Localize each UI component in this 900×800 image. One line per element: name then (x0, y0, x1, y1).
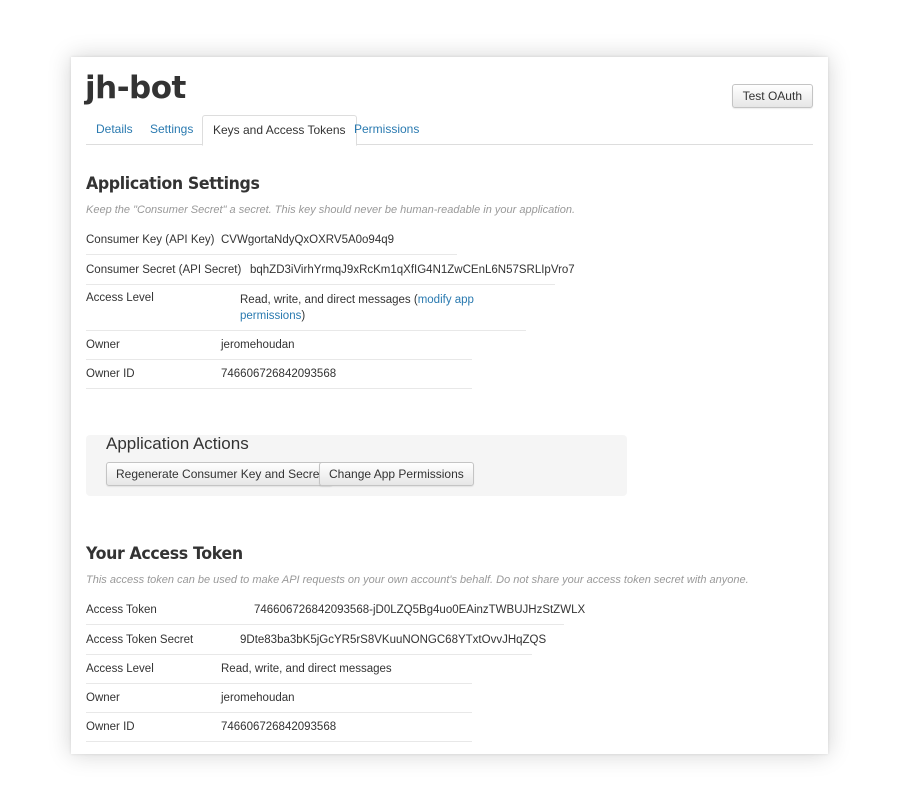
application-settings-hint: Keep the "Consumer Secret" a secret. Thi… (86, 204, 576, 216)
consumer-key-label: Consumer Key (API Key) (86, 234, 215, 246)
token-access-level-value: Read, write, and direct messages (221, 663, 392, 675)
access-token-secret-value: 9Dte83ba3bK5jGcYR5rS8VKuuNONGC68YTxtOvvJ… (240, 634, 547, 646)
token-owner-id-row: Owner ID 746606726842093568 (86, 712, 472, 742)
access-level-value: Read, write, and direct messages (modify… (240, 292, 480, 324)
access-token-row: Access Token 746606726842093568-jD0LZQ5B… (86, 595, 585, 625)
owner-label: Owner (86, 339, 120, 351)
access-token-value: 746606726842093568-jD0LZQ5Bg4uo0EAinzTWB… (254, 604, 586, 616)
tab-bar: Details Settings Keys and Access Tokens … (86, 115, 813, 146)
application-actions-title: Application Actions (106, 434, 249, 453)
owner-id-row: Owner ID 746606726842093568 (86, 359, 472, 389)
token-owner-value: jeromehoudan (221, 692, 295, 704)
token-owner-label: Owner (86, 692, 120, 704)
consumer-key-value: CVWgortaNdyQxOXRV5A0o94q9 (221, 234, 395, 246)
token-access-level-row: Access Level Read, write, and direct mes… (86, 654, 472, 684)
consumer-secret-label: Consumer Secret (API Secret) (86, 264, 242, 276)
token-access-level-label: Access Level (86, 663, 154, 675)
token-owner-id-label: Owner ID (86, 721, 135, 733)
tab-settings[interactable]: Settings (140, 115, 203, 144)
regenerate-consumer-key-button[interactable]: Regenerate Consumer Key and Secret (106, 462, 333, 486)
owner-id-label: Owner ID (86, 368, 135, 380)
change-app-permissions-button[interactable]: Change App Permissions (319, 462, 474, 486)
tab-permissions[interactable]: Permissions (344, 115, 429, 144)
token-owner-row: Owner jeromehoudan (86, 683, 472, 713)
token-owner-id-value: 746606726842093568 (221, 721, 337, 733)
access-level-text: Read, write, and direct messages ( (240, 294, 418, 306)
tab-details[interactable]: Details (86, 115, 143, 144)
access-level-label: Access Level (86, 292, 154, 304)
owner-value: jeromehoudan (221, 339, 295, 351)
consumer-key-row: Consumer Key (API Key) CVWgortaNdyQxOXRV… (86, 225, 457, 255)
app-title: jh-bot (85, 70, 186, 106)
access-token-hint: This access token can be used to make AP… (86, 574, 749, 586)
owner-id-value: 746606726842093568 (221, 368, 337, 380)
application-actions-panel: Application Actions Regenerate Consumer … (86, 434, 627, 496)
consumer-secret-row: Consumer Secret (API Secret) bqhZD3iVirh… (86, 255, 575, 285)
access-token-label: Access Token (86, 604, 157, 616)
owner-row: Owner jeromehoudan (86, 330, 472, 360)
application-settings-title: Application Settings (86, 174, 260, 194)
access-token-secret-row: Access Token Secret 9Dte83ba3bK5jGcYR5rS… (86, 625, 546, 655)
access-token-secret-label: Access Token Secret (86, 634, 194, 646)
app-card: jh-bot Test OAuth Details Settings Keys … (71, 57, 828, 754)
consumer-secret-value: bqhZD3iVirhYrmqJ9xRcKm1qXfIG4N1ZwCEnL6N5… (250, 264, 575, 276)
access-level-row: Access Level Read, write, and direct mes… (86, 285, 526, 331)
access-token-title: Your Access Token (86, 544, 243, 564)
tab-keys-and-access-tokens[interactable]: Keys and Access Tokens (202, 115, 357, 146)
test-oauth-button[interactable]: Test OAuth (731, 84, 813, 108)
access-level-text-end: ) (301, 310, 306, 322)
